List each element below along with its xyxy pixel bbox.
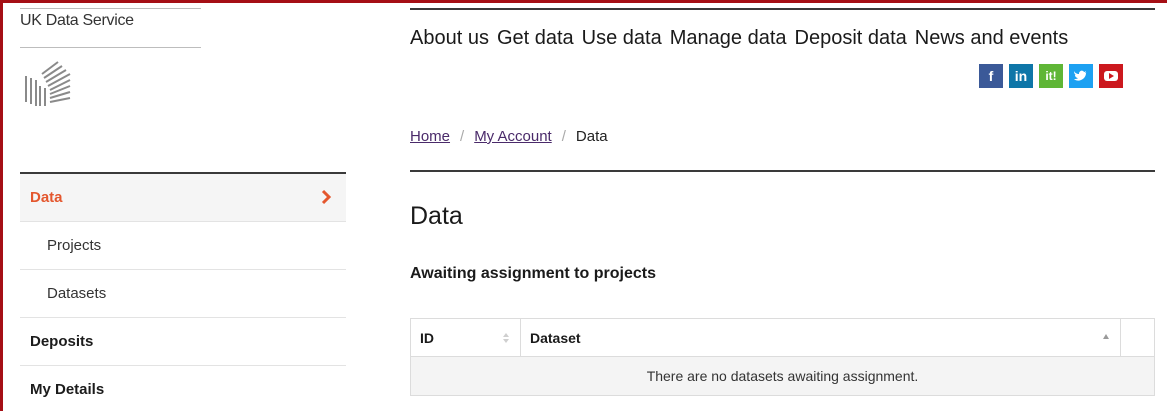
linkedin-icon[interactable]: in: [1009, 64, 1033, 88]
awaiting-assignment-table: ID Dataset There are no datasets awaitin…: [410, 318, 1155, 396]
sidebar-item-my-details[interactable]: My Details: [20, 366, 346, 411]
nav-news-and-events[interactable]: News and events: [915, 27, 1068, 50]
sort-both-icon: [503, 332, 509, 343]
sidebar-item-label: Datasets: [47, 285, 107, 302]
column-header-id[interactable]: ID: [411, 318, 521, 357]
brand-name[interactable]: UK Data Service: [20, 12, 134, 30]
sidebar-item-projects[interactable]: Projects: [20, 222, 346, 270]
youtube-play-icon: [1104, 71, 1118, 81]
nav-deposit-data[interactable]: Deposit data: [795, 27, 907, 50]
table-empty-row: There are no datasets awaiting assignmen…: [411, 357, 1154, 395]
logo-top-divider: [20, 8, 201, 9]
facebook-icon[interactable]: f: [979, 64, 1003, 88]
empty-message: There are no datasets awaiting assignmen…: [646, 368, 919, 384]
page-title: Data: [410, 202, 463, 230]
sidebar-item-label: My Details: [30, 381, 105, 398]
account-sidebar: Data Projects Datasets Deposits My Detai…: [20, 172, 346, 411]
column-header-actions: [1121, 319, 1154, 357]
breadcrumb-home[interactable]: Home: [410, 128, 450, 145]
sort-ascending-icon: [1103, 333, 1109, 339]
nav-about-us[interactable]: About us: [410, 27, 489, 50]
breadcrumb-current: Data: [575, 128, 608, 145]
column-header-label: ID: [420, 329, 434, 346]
nav-get-data[interactable]: Get data: [497, 27, 574, 50]
breadcrumb-separator: /: [561, 128, 566, 145]
breadcrumb: Home / My Account / Data: [410, 128, 608, 145]
section-title: Awaiting assignment to projects: [410, 265, 656, 282]
sidebar-item-deposits[interactable]: Deposits: [20, 318, 346, 366]
nav-manage-data[interactable]: Manage data: [670, 27, 787, 50]
sidebar-item-label: Projects: [47, 237, 102, 254]
content-divider: [410, 170, 1155, 172]
breadcrumb-my-account[interactable]: My Account: [474, 128, 552, 145]
table-header: ID Dataset: [411, 318, 1154, 357]
iti-icon[interactable]: it!: [1039, 64, 1063, 88]
sidebar-item-label: Deposits: [30, 333, 94, 350]
breadcrumb-separator: /: [460, 128, 465, 145]
twitter-icon[interactable]: [1069, 64, 1093, 88]
twitter-bird-icon: [1074, 70, 1087, 81]
sidebar-item-label: Data: [30, 189, 63, 206]
header-divider: [410, 8, 1155, 10]
sidebar-item-data[interactable]: Data: [20, 174, 346, 222]
column-header-dataset[interactable]: Dataset: [521, 318, 1121, 357]
nav-use-data[interactable]: Use data: [582, 27, 662, 50]
youtube-icon[interactable]: [1099, 64, 1123, 88]
column-header-label: Dataset: [530, 329, 581, 346]
main-navigation: About us Get data Use data Manage data D…: [410, 27, 1068, 50]
uk-data-service-logo-icon[interactable]: [20, 56, 76, 108]
chevron-right-icon: [321, 189, 332, 205]
sidebar-item-datasets[interactable]: Datasets: [20, 270, 346, 318]
logo-bottom-divider: [20, 47, 201, 48]
social-links: f in it!: [979, 64, 1123, 88]
